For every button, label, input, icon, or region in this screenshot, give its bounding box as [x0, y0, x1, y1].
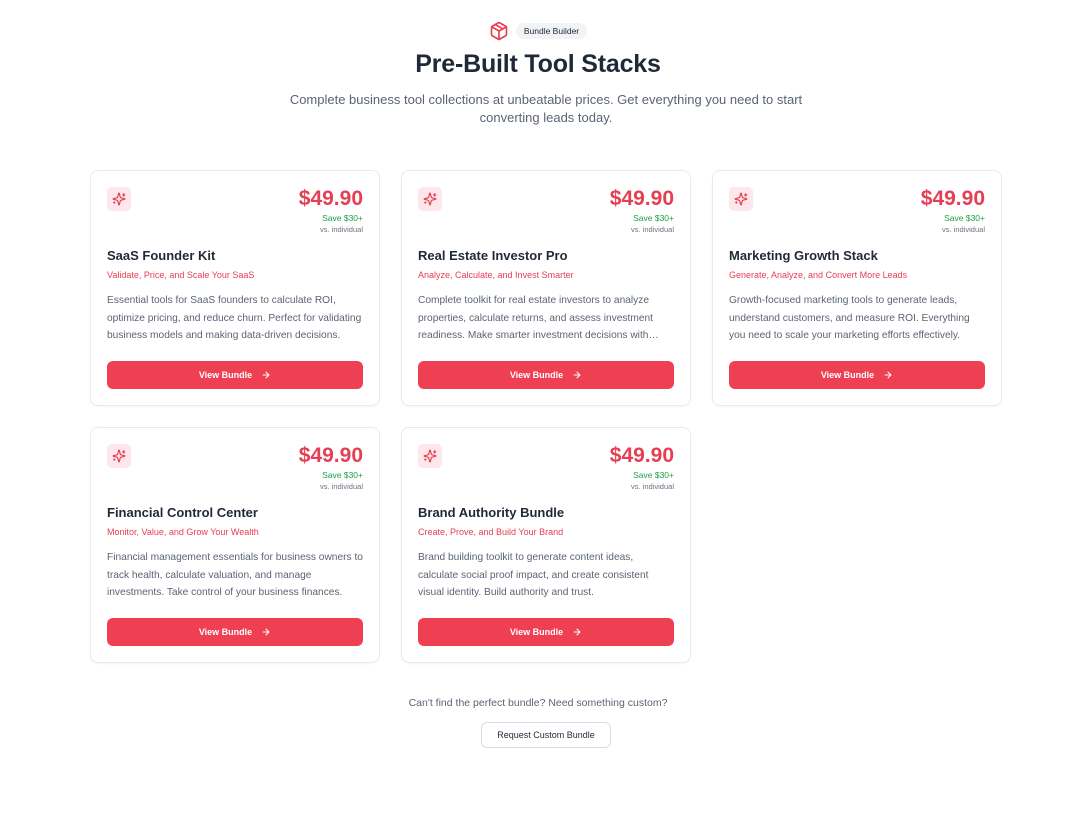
- bundle-price: $49.90: [609, 444, 674, 467]
- sparkles-icon: [729, 187, 753, 211]
- view-bundle-label: View Bundle: [820, 370, 875, 380]
- view-bundle-button[interactable]: View Bundle: [107, 361, 363, 389]
- request-custom-bundle-button[interactable]: Request Custom Bundle: [481, 722, 611, 748]
- bundle-card: $49.90 Save $30+ vs. individual Marketing G…: [712, 170, 1002, 406]
- view-bundle-button[interactable]: View Bundle: [418, 361, 674, 389]
- page-subtitle: Complete business tool collections at un…: [289, 92, 803, 125]
- bundle-title: Financial Control Center: [107, 505, 258, 520]
- bundle-title: Brand Authority Bundle: [418, 505, 565, 520]
- bundle-savings-note: vs. individual: [320, 225, 363, 234]
- bundle-card: $49.90 Save $30+ vs. individual Financial C…: [90, 427, 380, 663]
- bundle-card: $49.90 Save $30+ vs. individual Real Estate…: [401, 170, 691, 406]
- sparkles-icon: [418, 187, 442, 211]
- bundle-savings: Save $30+: [322, 213, 363, 223]
- bundle-tagline: Create, Prove, and Build Your Brand: [418, 527, 564, 537]
- bundle-card: $49.90 Save $30+ vs. individual Brand Autho…: [401, 427, 691, 663]
- custom-bundle-prompt: Can't find the perfect bundle? Need some…: [408, 697, 668, 709]
- page-title: Pre-Built Tool Stacks: [415, 50, 661, 78]
- arrow-right-icon: [261, 370, 271, 380]
- bundle-savings: Save $30+: [633, 470, 674, 480]
- bundle-title: Real Estate Investor Pro: [418, 248, 568, 263]
- arrow-right-icon: [261, 627, 271, 637]
- bundle-card: $49.90 Save $30+ vs. individual SaaS Founde…: [90, 170, 380, 406]
- arrow-right-icon: [572, 627, 582, 637]
- bundle-description: Complete toolkit for real estate investo…: [418, 295, 653, 341]
- bundle-price: $49.90: [920, 187, 985, 210]
- bundle-title: Marketing Growth Stack: [729, 248, 878, 263]
- bundle-tagline: Validate, Price, and Scale Your SaaS: [107, 270, 255, 280]
- bundle-description: Growth-focused marketing tools to genera…: [729, 295, 970, 341]
- box-icon: [489, 21, 509, 41]
- bundle-title: SaaS Founder Kit: [107, 248, 216, 263]
- bundle-savings: Save $30+: [322, 470, 363, 480]
- bundle-savings-note: vs. individual: [631, 482, 674, 491]
- bundle-price: $49.90: [298, 444, 363, 467]
- bundle-description: Essential tools for SaaS founders to cal…: [107, 295, 362, 341]
- view-bundle-label: View Bundle: [509, 627, 564, 637]
- arrow-right-icon: [883, 370, 893, 380]
- sparkles-icon: [107, 187, 131, 211]
- bundle-description: Financial management essentials for busi…: [107, 552, 363, 598]
- bundle-savings: Save $30+: [633, 213, 674, 223]
- bundle-savings-note: vs. individual: [320, 482, 363, 491]
- sparkles-icon: [418, 444, 442, 468]
- bundle-tagline: Analyze, Calculate, and Invest Smarter: [418, 270, 574, 280]
- sparkles-icon: [107, 444, 131, 468]
- view-bundle-label: View Bundle: [509, 370, 564, 380]
- bundle-savings-note: vs. individual: [942, 225, 985, 234]
- bundle-tagline: Monitor, Value, and Grow Your Wealth: [107, 527, 259, 537]
- arrow-right-icon: [572, 370, 582, 380]
- view-bundle-button[interactable]: View Bundle: [107, 618, 363, 646]
- bundle-price: $49.90: [609, 187, 674, 210]
- view-bundle-button[interactable]: View Bundle: [729, 361, 985, 389]
- bundle-description: Brand building toolkit to generate conte…: [418, 552, 649, 598]
- bundle-builder-badge: Bundle Builder: [515, 23, 588, 39]
- bundle-price: $49.90: [298, 187, 363, 210]
- badge-row: Bundle Builder: [0, 21, 1076, 41]
- bundle-savings-note: vs. individual: [631, 225, 674, 234]
- view-bundle-label: View Bundle: [198, 370, 253, 380]
- view-bundle-label: View Bundle: [198, 627, 253, 637]
- bundle-tagline: Generate, Analyze, and Convert More Lead…: [729, 270, 908, 280]
- bundle-savings: Save $30+: [944, 213, 985, 223]
- view-bundle-button[interactable]: View Bundle: [418, 618, 674, 646]
